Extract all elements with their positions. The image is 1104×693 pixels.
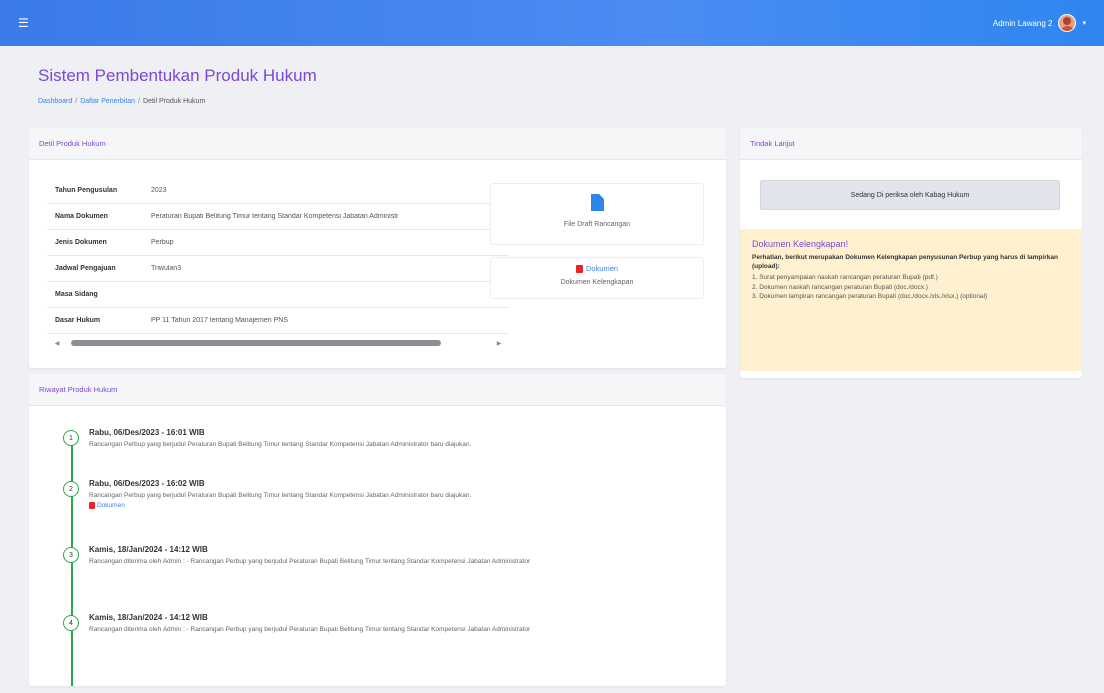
warning-item: 2. Dokumen naskah rancangan peraturan Bu… <box>752 283 928 291</box>
warning-intro: Perhatian, berikut merupakan Dokumen Kel… <box>752 254 1058 271</box>
card-header: Riwayat Produk Hukum <box>29 374 726 406</box>
warning-item: 1. Surat penyampaian naskah rancangan pe… <box>752 274 938 282</box>
card-header: Detil Produk Hukum <box>29 128 726 160</box>
file-draft-label: File Draft Rancangan <box>563 221 631 228</box>
breadcrumb-daftar-penerbitan[interactable]: Daftar Penerbitan <box>80 98 135 105</box>
row-value: 2023 <box>151 187 167 194</box>
table-row: Nama Dokumen Peraturan Bupati Belitung Ti… <box>47 204 509 230</box>
page-title: Sistem Pembentukan Produk Hukum <box>38 66 317 85</box>
step-number: 2 <box>63 481 79 497</box>
breadcrumb-dashboard[interactable]: Dashboard <box>38 98 72 105</box>
user-menu[interactable]: Admin Lawang 2 ▾ <box>993 14 1086 32</box>
timeline-desc: Rancangan diterima oleh Admin : - Rancan… <box>89 626 531 633</box>
row-key: Nama Dokumen <box>55 213 108 220</box>
file-icon[interactable] <box>590 194 604 211</box>
riwayat-card: Riwayat Produk Hukum 1 Rabu, 06/Des/2023… <box>29 374 726 686</box>
timeline-desc: Rancangan Perbup yang berjudul Peraturan… <box>89 441 472 448</box>
timeline-date: Kamis, 18/Jan/2024 - 14:12 WIB <box>89 545 208 554</box>
timeline-date: Rabu, 06/Des/2023 - 16:02 WIB <box>89 479 205 488</box>
table-row: Masa Sidang <box>47 282 509 308</box>
detil-produk-card: Detil Produk Hukum Tahun Pengusulan 2023 … <box>29 128 726 368</box>
row-value: Triwulan3 <box>151 265 182 272</box>
warning-item: 3. Dokumen lampiran rancangan peraturan … <box>752 293 988 301</box>
timeline-dokumen-label: Dokumen <box>97 502 125 510</box>
step-number: 1 <box>63 430 79 446</box>
horizontal-scrollbar[interactable]: ◀ ▶ <box>47 339 509 347</box>
row-key: Masa Sidang <box>55 291 98 298</box>
detail-table: Tahun Pengusulan 2023 Nama Dokumen Peratur… <box>47 178 509 334</box>
row-key: Jenis Dokumen <box>55 239 107 246</box>
dokumen-link[interactable]: Dokumen <box>575 264 619 273</box>
row-key: Jadwal Pengajuan <box>55 265 116 272</box>
timeline-date: Kamis, 18/Jan/2024 - 14:12 WIB <box>89 613 208 622</box>
dokumen-link-label: Dokumen <box>585 264 619 273</box>
breadcrumb: Dashboard / Daftar Penerbitan / Detil Produk… <box>38 98 205 105</box>
hamburger-icon[interactable]: ☰ <box>18 17 29 29</box>
timeline-desc: Rancangan diterima oleh Admin : - Rancan… <box>89 558 531 565</box>
scroll-left-icon[interactable]: ◀ <box>47 340 67 347</box>
pdf-icon <box>89 502 95 510</box>
table-row: Jenis Dokumen Perbup <box>47 230 509 256</box>
timeline: 1 Rabu, 06/Des/2023 - 16:01 WIB Rancanga… <box>29 406 726 686</box>
user-name: Admin Lawang 2 <box>992 18 1053 28</box>
timeline-desc: Rancangan Perbup yang berjudul Peraturan… <box>89 492 472 499</box>
dokumen-kelengkapan-box: Dokumen Dokumen Kelengkapan <box>490 257 704 299</box>
row-value: Peraturan Bupati Belitung Timur tentang … <box>151 213 399 220</box>
row-value: Perbup <box>151 239 174 246</box>
warning-box: Dokumen Kelengkapan! Perhatian, berikut … <box>740 229 1082 371</box>
timeline-dokumen-link[interactable]: Dokumen <box>89 502 125 510</box>
scroll-right-icon[interactable]: ▶ <box>489 340 509 347</box>
status-box: Sedang Di periksa oleh Kabag Hukum <box>760 180 1060 210</box>
breadcrumb-current: Detil Produk Hukum <box>143 98 206 105</box>
step-number: 4 <box>63 615 79 631</box>
row-key: Tahun Pengusulan <box>55 187 118 194</box>
timeline-date: Rabu, 06/Des/2023 - 16:01 WIB <box>89 428 205 437</box>
table-row: Dasar Hukum PP 11 Tahun 2017 tentang Mana… <box>47 308 509 334</box>
chevron-down-icon: ▾ <box>1082 20 1086 27</box>
table-row: Jadwal Pengajuan Triwulan3 <box>47 256 509 282</box>
card-header: Tindak Lanjut <box>740 128 1082 160</box>
breadcrumb-separator: / <box>138 98 141 105</box>
avatar <box>1058 14 1077 32</box>
dokumen-kelengkapan-label: Dokumen Kelengkapan <box>560 278 634 286</box>
warning-title: Dokumen Kelengkapan! <box>752 239 849 249</box>
breadcrumb-separator: / <box>75 98 78 105</box>
table-row: Tahun Pengusulan 2023 <box>47 178 509 204</box>
pdf-icon <box>575 264 583 273</box>
file-draft-box[interactable]: File Draft Rancangan <box>490 183 704 245</box>
top-navbar: ☰ Admin Lawang 2 ▾ <box>0 0 1104 46</box>
row-value: PP 11 Tahun 2017 tentang Manajemen PNS <box>151 317 288 324</box>
step-number: 3 <box>63 547 79 563</box>
tindak-lanjut-card: Tindak Lanjut Sedang Di periksa oleh Kab… <box>740 128 1082 378</box>
scrollbar-thumb[interactable] <box>71 340 441 346</box>
row-key: Dasar Hukum <box>55 317 101 324</box>
